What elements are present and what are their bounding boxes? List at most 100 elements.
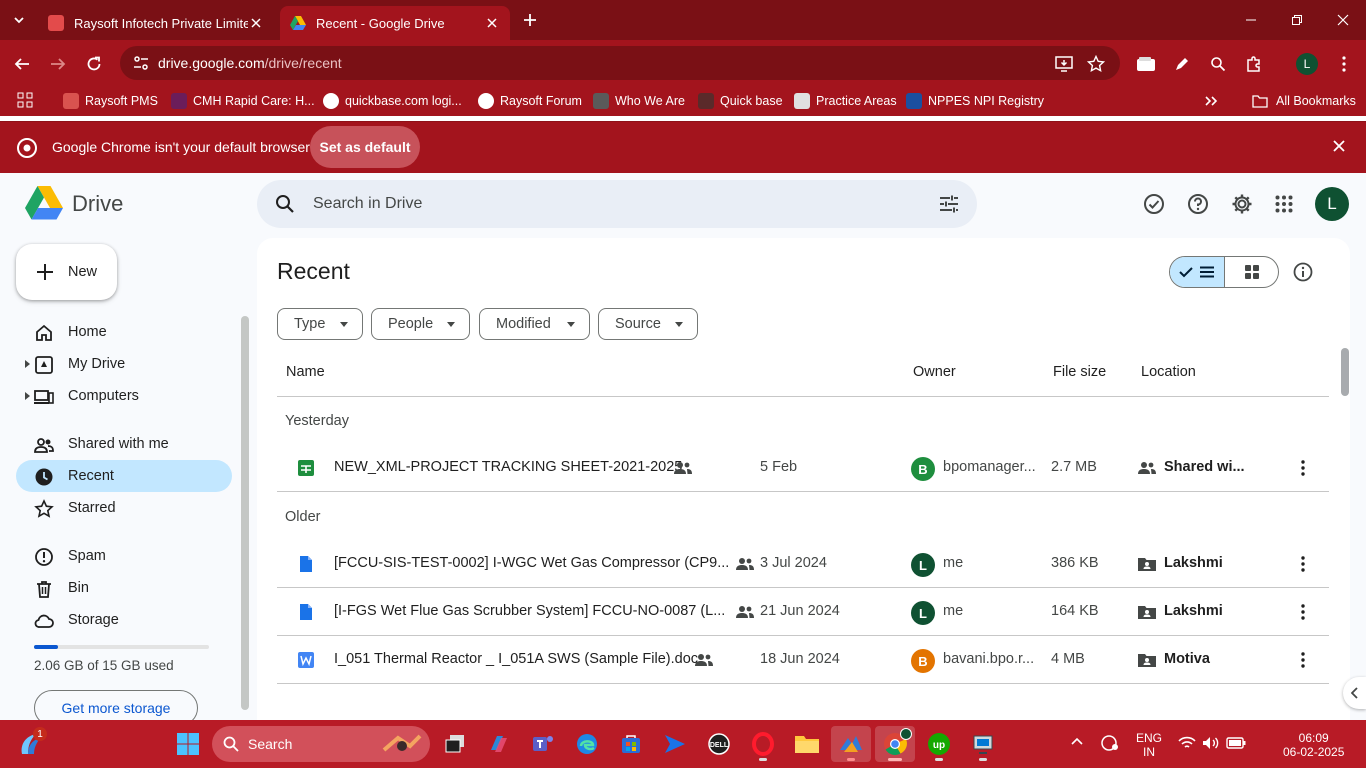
search-icon[interactable] — [275, 194, 295, 214]
network-status[interactable] — [1178, 736, 1196, 750]
battery-status[interactable] — [1226, 737, 1246, 749]
account-avatar[interactable]: L — [1315, 187, 1349, 221]
extensions-button[interactable] — [1240, 50, 1268, 78]
file-list-scrollbar[interactable] — [1341, 348, 1349, 396]
file-name[interactable]: [I-FGS Wet Flue Gas Scrubber System] FCC… — [334, 603, 725, 619]
chrome-taskbar-button[interactable] — [875, 726, 915, 762]
bookmark-raysoft-forum[interactable]: Raysoft Forum — [478, 90, 582, 112]
input-language-indicator[interactable]: ENG IN — [1136, 731, 1162, 759]
file-row[interactable]: I_051 Thermal Reactor _ I_051A SWS (Samp… — [277, 636, 1329, 684]
bookmark-raysoft-pms[interactable]: Raysoft PMS — [63, 90, 158, 112]
bookmark-cmh[interactable]: CMH Rapid Care: H... — [171, 90, 315, 112]
sidebar-item-computers[interactable]: Computers — [16, 380, 232, 412]
extension-pen-button[interactable] — [1168, 50, 1196, 78]
file-explorer-button[interactable] — [787, 726, 827, 762]
sidebar-item-home[interactable]: Home — [16, 316, 232, 348]
sidebar-item-bin[interactable]: Bin — [16, 572, 232, 604]
file-row[interactable]: [I-FGS Wet Flue Gas Scrubber System] FCC… — [277, 588, 1329, 636]
more-actions-button[interactable] — [1292, 553, 1314, 575]
maximize-button[interactable] — [1274, 0, 1320, 40]
widgets-button[interactable]: 1 — [10, 726, 50, 762]
system-clock[interactable]: 06:09 06-02-2025 — [1283, 731, 1344, 759]
dismiss-infobar-button[interactable] — [1332, 139, 1348, 155]
more-actions-button[interactable] — [1292, 457, 1314, 479]
upwork-button[interactable]: up — [919, 726, 959, 762]
file-location[interactable]: Shared wi... — [1164, 459, 1245, 475]
forward-button[interactable] — [44, 50, 72, 78]
sidebar-item-spam[interactable]: Spam — [16, 540, 232, 572]
address-bar[interactable]: drive.google.com/drive/recent — [120, 46, 1120, 80]
opera-button[interactable] — [743, 726, 783, 762]
teams-button[interactable] — [523, 726, 563, 762]
chrome-menu-button[interactable] — [1330, 50, 1358, 78]
drive-search-input[interactable]: Search in Drive — [257, 180, 977, 228]
sidebar-item-starred[interactable]: Starred — [16, 492, 232, 524]
start-button[interactable] — [168, 726, 208, 762]
extension-wallet-button[interactable] — [1132, 50, 1160, 78]
file-row[interactable]: [FCCU-SIS-TEST-0002] I-WGC Wet Gas Compr… — [277, 540, 1329, 588]
show-hidden-icons-button[interactable] — [1070, 736, 1088, 752]
expand-caret-icon[interactable] — [25, 392, 30, 400]
set-as-default-button[interactable]: Set as default — [310, 126, 420, 168]
task-view-button[interactable] — [435, 726, 475, 762]
column-header-file-size[interactable]: File size — [1053, 364, 1106, 380]
sidebar-item-shared-with-me[interactable]: Shared with me — [16, 428, 232, 460]
sidebar-scrollbar[interactable] — [241, 316, 249, 710]
more-actions-button[interactable] — [1292, 649, 1314, 671]
sidebar-item-recent[interactable]: Recent — [16, 460, 232, 492]
bookmark-practice-areas[interactable]: Practice Areas — [794, 90, 897, 112]
details-button[interactable] — [1291, 260, 1315, 284]
grid-view-button[interactable] — [1225, 257, 1278, 287]
filter-source[interactable]: Source — [598, 308, 698, 340]
google-apps-button[interactable] — [1268, 188, 1300, 220]
tab-search-button[interactable] — [6, 8, 32, 32]
new-button[interactable]: New — [16, 244, 117, 300]
more-bookmarks-button[interactable] — [1204, 90, 1218, 112]
edge-button[interactable] — [567, 726, 607, 762]
install-app-button[interactable] — [1050, 50, 1078, 78]
column-header-owner[interactable]: Owner — [913, 364, 956, 380]
file-name[interactable]: NEW_XML-PROJECT TRACKING SHEET-2021-2025 — [334, 459, 682, 475]
store-button[interactable] — [611, 726, 651, 762]
view-toggle[interactable] — [1169, 256, 1279, 288]
search-options-icon[interactable] — [939, 195, 959, 213]
bookmark-who-we-are[interactable]: Who We Are — [593, 90, 685, 112]
list-view-button[interactable] — [1170, 257, 1225, 287]
dell-button[interactable]: DELL — [699, 726, 739, 762]
meet-now-icon[interactable] — [1100, 734, 1122, 754]
file-location[interactable]: Motiva — [1164, 651, 1210, 667]
volume-control[interactable] — [1202, 736, 1220, 750]
all-bookmarks-button[interactable]: All Bookmarks — [1252, 90, 1356, 112]
bookmark-nppes[interactable]: NPPES NPI Registry — [906, 90, 1044, 112]
bookmark-quickbase-login[interactable]: quickbase.com logi... — [323, 90, 462, 112]
offline-status-button[interactable] — [1138, 188, 1170, 220]
filter-type[interactable]: Type — [277, 308, 363, 340]
sidebar-item-storage[interactable]: Storage — [16, 604, 232, 636]
drive-logo-text[interactable]: Drive — [72, 191, 123, 217]
taskbar-search-input[interactable]: Search — [212, 726, 430, 762]
bookmark-quick-base[interactable]: Quick base — [698, 90, 783, 112]
file-location[interactable]: Lakshmi — [1164, 555, 1223, 571]
close-tab-icon[interactable] — [484, 15, 500, 31]
tab-google-drive[interactable]: Recent - Google Drive — [280, 6, 510, 40]
more-actions-button[interactable] — [1292, 601, 1314, 623]
extension-search-button[interactable] — [1204, 50, 1232, 78]
reload-button[interactable] — [80, 50, 108, 78]
file-row[interactable]: NEW_XML-PROJECT TRACKING SHEET-2021-2025… — [277, 444, 1329, 492]
apps-button[interactable] — [17, 92, 35, 110]
tab-raysoft[interactable]: Raysoft Infotech Private Limited — [38, 6, 274, 40]
remote-desktop-button[interactable] — [963, 726, 1003, 762]
file-name[interactable]: [FCCU-SIS-TEST-0002] I-WGC Wet Gas Compr… — [334, 555, 729, 571]
profile-button[interactable]: L — [1293, 50, 1321, 78]
new-tab-button[interactable] — [518, 8, 542, 32]
close-tab-icon[interactable] — [248, 15, 264, 31]
filter-people[interactable]: People — [371, 308, 470, 340]
back-button[interactable] — [8, 50, 36, 78]
expand-caret-icon[interactable] — [25, 360, 30, 368]
sidebar-item-my-drive[interactable]: My Drive — [16, 348, 232, 380]
column-header-name[interactable]: Name — [286, 364, 325, 380]
drive-logo-icon[interactable] — [25, 186, 63, 220]
mail-button[interactable] — [655, 726, 695, 762]
app-bird-button[interactable] — [831, 726, 871, 762]
file-location[interactable]: Lakshmi — [1164, 603, 1223, 619]
